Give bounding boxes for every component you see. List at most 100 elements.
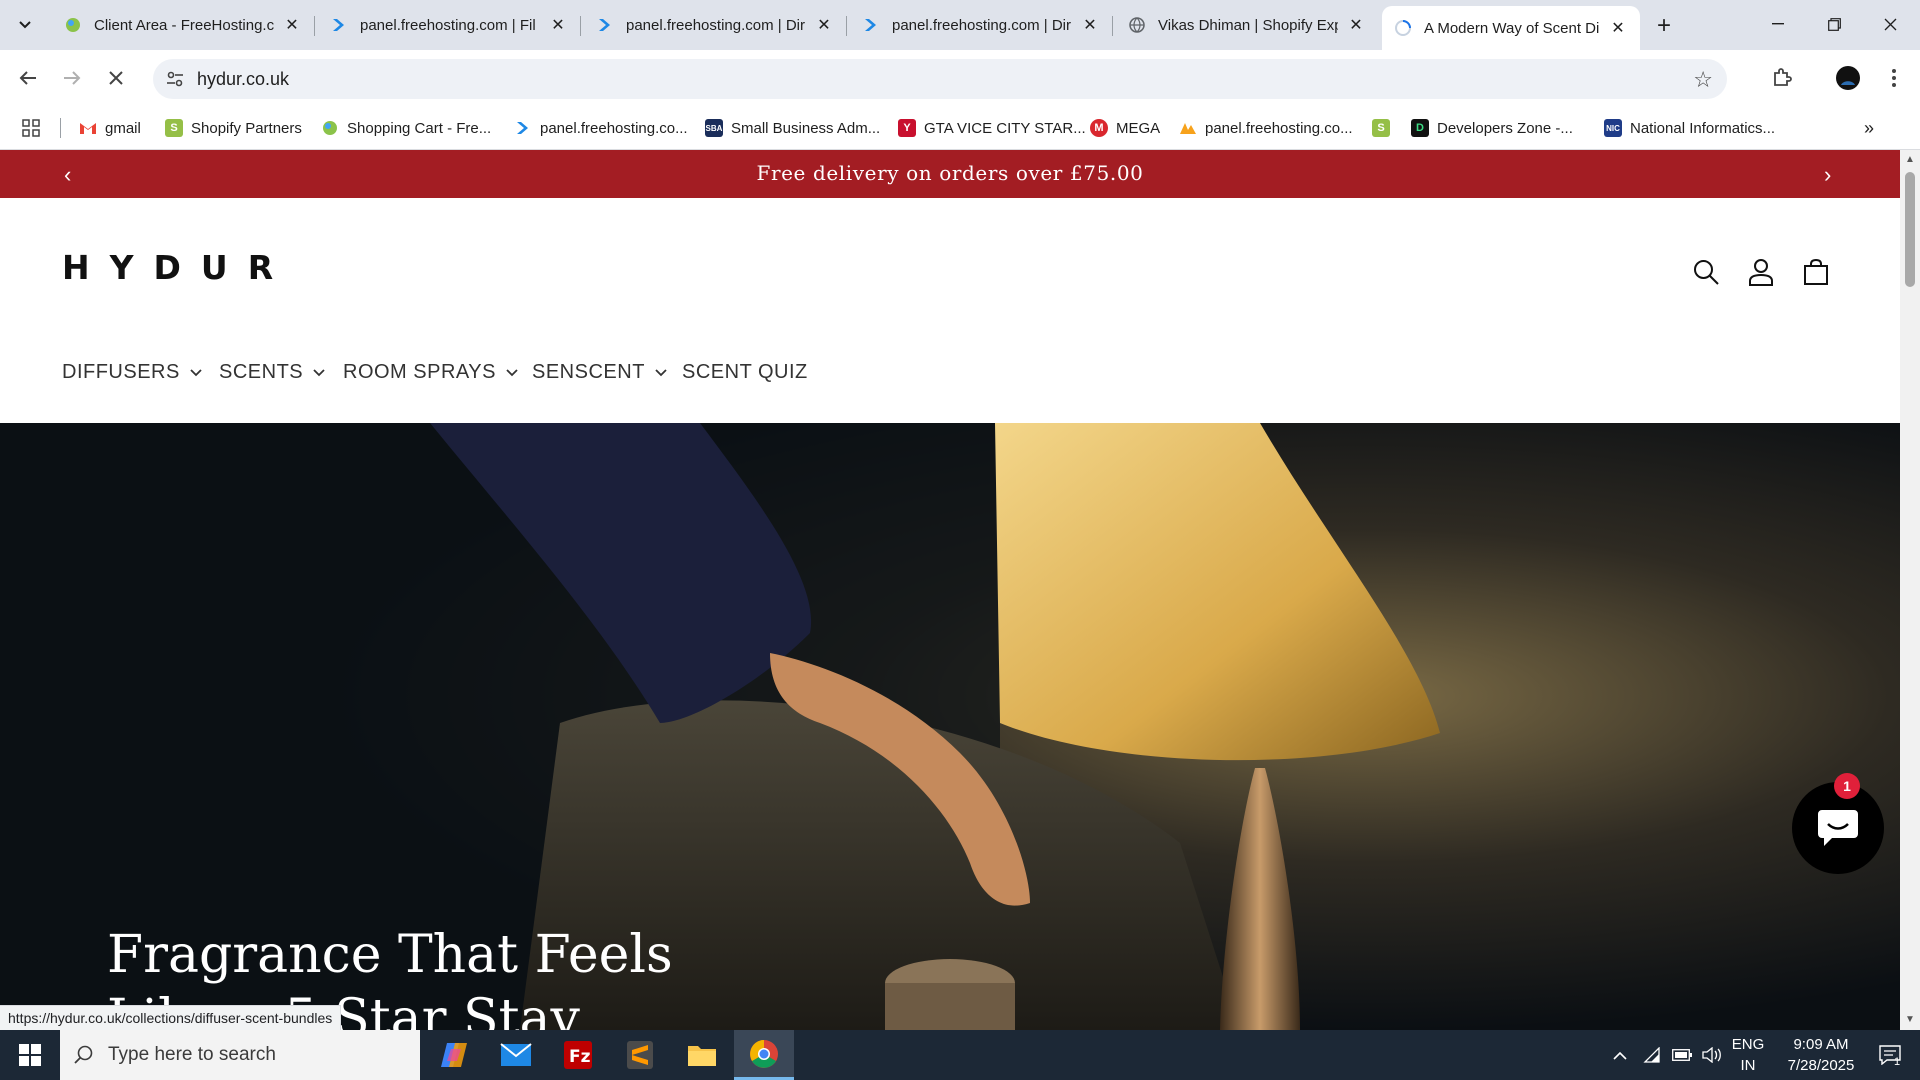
close-icon [109, 71, 123, 85]
shopify-icon: S [1372, 119, 1390, 137]
address-bar[interactable]: hydur.co.uk ☆ [153, 59, 1727, 99]
bookmark-label: gmail [105, 119, 141, 137]
hero-banner[interactable]: Fragrance That Feels Like a 5 Star Stay [0, 423, 1900, 1030]
menu-item-senscent[interactable]: SENSCENT [532, 361, 667, 384]
bookmark-panel-freehosting-1[interactable]: panel.freehosting.co... [514, 116, 688, 140]
taskbar-file-explorer[interactable] [672, 1030, 732, 1080]
taskbar-clock[interactable]: 9:09 AM 7/28/2025 [1766, 1034, 1876, 1076]
battery-button[interactable] [1668, 1030, 1696, 1080]
taskbar-sublime[interactable] [610, 1030, 670, 1080]
taskbar-search-input[interactable]: Type here to search [60, 1030, 420, 1080]
input-language-indicator[interactable]: ENG IN [1728, 1034, 1768, 1076]
site-logo[interactable]: HYDUR [62, 248, 293, 287]
notifications-button[interactable]: 1 [1866, 1030, 1914, 1080]
close-tab-icon[interactable]: ✕ [282, 15, 302, 35]
tab-separator [580, 16, 581, 36]
restore-button[interactable] [1806, 0, 1862, 48]
tab-title: panel.freehosting.com | Dir [626, 16, 805, 34]
bookmark-shopping-cart[interactable]: Shopping Cart - Fre... [321, 116, 491, 140]
close-window-button[interactable] [1862, 0, 1918, 48]
browser-tab-active[interactable]: A Modern Way of Scent Di ✕ [1382, 6, 1640, 50]
folder-icon [688, 1046, 716, 1066]
chevron-down-icon [190, 366, 202, 380]
profile-avatar[interactable] [1832, 62, 1864, 94]
panel-favicon-icon [330, 16, 348, 34]
scrollbar-thumb[interactable] [1905, 172, 1915, 287]
close-tab-icon[interactable]: ✕ [1346, 15, 1366, 35]
tab-strip: Client Area - FreeHosting.c ✕ panel.free… [0, 0, 1920, 50]
gta-icon: Y [898, 119, 916, 137]
tab-search-button[interactable] [10, 12, 40, 38]
bookmark-nic[interactable]: NIC National Informatics... [1604, 116, 1775, 140]
browser-tab-5[interactable]: Vikas Dhiman | Shopify Exp ✕ [1116, 6, 1378, 44]
bookmark-mega[interactable]: M MEGA [1090, 116, 1160, 140]
close-tab-icon[interactable]: ✕ [1080, 15, 1100, 35]
menu-item-label: SCENT QUIZ [682, 361, 808, 383]
browser-tab-3[interactable]: panel.freehosting.com | Dir ✕ [584, 6, 846, 44]
shopify-icon: S [165, 119, 183, 137]
bookmark-gmail[interactable]: gmail [79, 116, 141, 140]
link-status-bubble: https://hydur.co.uk/collections/diffuser… [0, 1005, 342, 1030]
header-search-button[interactable] [1689, 255, 1723, 289]
menu-item-scent-quiz[interactable]: SCENT QUIZ [682, 361, 808, 384]
new-tab-button[interactable]: + [1650, 12, 1678, 40]
scroll-up-arrow-icon[interactable]: ▲ [1905, 154, 1915, 165]
header-cart-button[interactable] [1799, 255, 1833, 289]
chevron-down-icon [506, 366, 518, 380]
network-button[interactable] [1638, 1030, 1666, 1080]
volume-button[interactable] [1698, 1030, 1726, 1080]
bookmarks-separator [60, 118, 61, 138]
puzzle-icon [1774, 68, 1792, 86]
browser-tab-2[interactable]: panel.freehosting.com | Fil ✕ [318, 6, 580, 44]
svg-text:Fz: Fz [569, 1047, 591, 1067]
show-hidden-icons-button[interactable] [1606, 1030, 1634, 1080]
announcement-next-button[interactable]: › [1824, 162, 1831, 188]
chat-bubble-icon [1818, 810, 1858, 846]
stop-loading-button[interactable] [100, 62, 132, 94]
menu-item-diffusers[interactable]: DIFFUSERS [62, 361, 202, 384]
close-tab-icon[interactable]: ✕ [1608, 18, 1628, 38]
bookmark-gta[interactable]: Y GTA VICE CITY STAR... [898, 116, 1086, 140]
freehosting-favicon-icon [321, 119, 339, 137]
more-bookmarks-button[interactable]: » [1864, 116, 1874, 140]
bookmark-shopify[interactable]: S [1372, 116, 1398, 140]
taskbar-copilot[interactable] [424, 1030, 484, 1080]
browser-menu-button[interactable] [1878, 62, 1910, 94]
arrow-left-icon [19, 71, 36, 85]
bookmark-shopify-partners[interactable]: S Shopify Partners [165, 116, 302, 140]
apps-button[interactable] [22, 116, 40, 140]
menu-item-room-sprays[interactable]: ROOM SPRAYS [343, 361, 518, 384]
tab-title: Vikas Dhiman | Shopify Exp [1158, 16, 1338, 34]
close-tab-icon[interactable]: ✕ [814, 15, 834, 35]
chevron-up-icon [1613, 1051, 1627, 1060]
menu-item-scents[interactable]: SCENTS [219, 361, 325, 384]
close-tab-icon[interactable]: ✕ [548, 15, 568, 35]
developers-zone-icon: D [1411, 119, 1429, 137]
scroll-down-arrow-icon[interactable]: ▼ [1905, 1014, 1915, 1025]
taskbar-filezilla[interactable]: Fz [548, 1030, 608, 1080]
menu-item-label: SCENTS [219, 361, 304, 383]
menu-item-label: SENSCENT [532, 361, 645, 383]
bookmark-developers-zone[interactable]: D Developers Zone -... [1411, 116, 1573, 140]
start-button[interactable] [0, 1030, 60, 1080]
browser-tab-4[interactable]: panel.freehosting.com | Dir ✕ [850, 6, 1112, 44]
minimize-button[interactable] [1750, 0, 1806, 48]
taskbar-chrome[interactable] [734, 1030, 794, 1080]
header-account-button[interactable] [1744, 255, 1778, 289]
wifi-icon [1643, 1047, 1660, 1063]
bag-icon [1804, 258, 1828, 285]
extensions-button[interactable] [1766, 62, 1798, 94]
bookmark-star-icon[interactable]: ☆ [1693, 67, 1713, 93]
bookmark-sba[interactable]: SBA Small Business Adm... [705, 116, 880, 140]
tab-title: Client Area - FreeHosting.c [94, 16, 274, 34]
mega-icon: M [1090, 119, 1108, 137]
taskbar-mail[interactable] [486, 1030, 546, 1080]
page-scrollbar[interactable]: ▲ ▼ [1900, 150, 1920, 1030]
tab-title: panel.freehosting.com | Dir [892, 16, 1071, 34]
bookmark-panel-freehosting-2[interactable]: panel.freehosting.co... [1179, 116, 1353, 140]
site-info-icon[interactable] [165, 69, 185, 89]
browser-tab-1[interactable]: Client Area - FreeHosting.c ✕ [52, 6, 314, 44]
forward-button[interactable] [56, 62, 88, 94]
back-button[interactable] [12, 62, 44, 94]
arrow-right-icon [64, 71, 81, 85]
